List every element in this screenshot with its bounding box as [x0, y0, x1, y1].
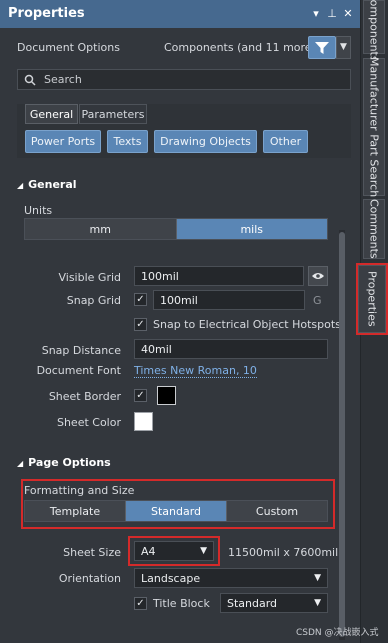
- snap-grid-input[interactable]: 100mil: [153, 290, 305, 310]
- sheet-border-checkbox[interactable]: ✓: [134, 389, 147, 402]
- document-options-label: Document Options: [17, 41, 120, 54]
- tab-general[interactable]: General: [25, 104, 78, 124]
- tab-comments[interactable]: Comments: [363, 199, 385, 259]
- collapse-icon: ◢: [17, 181, 24, 190]
- filter-dropdown-button[interactable]: ▼: [336, 36, 351, 59]
- sheet-dimensions: 11500mil x 7600mil: [228, 546, 339, 559]
- visible-grid-label: Visible Grid: [58, 271, 121, 284]
- document-font-link[interactable]: Times New Roman, 10: [134, 364, 257, 378]
- orientation-dropdown[interactable]: Landscape ▼: [134, 568, 328, 588]
- sheet-size-label: Sheet Size: [63, 546, 121, 559]
- sheet-color-swatch[interactable]: [134, 412, 153, 431]
- general-section-header[interactable]: ◢ General: [17, 178, 77, 191]
- sheet-size-dropdown[interactable]: A4 ▼: [134, 541, 214, 561]
- power-ports-filter-button[interactable]: Power Ports: [25, 130, 101, 153]
- search-icon: [24, 74, 36, 86]
- search-placeholder: Search: [44, 73, 82, 86]
- formatting-toggle: Template Standard Custom: [24, 500, 328, 522]
- search-input[interactable]: Search: [17, 69, 351, 90]
- tab-manufacturer-part-search[interactable]: Manufacturer Part Search: [363, 57, 385, 197]
- filter-icon: [315, 41, 329, 54]
- snap-hotspots-checkbox[interactable]: ✓: [134, 318, 147, 331]
- collapse-icon: ◢: [17, 459, 24, 468]
- snap-hotspots-label: Snap to Electrical Object Hotspots: [153, 318, 341, 331]
- pin-icon[interactable]: ⊥: [326, 7, 338, 21]
- watermark-text: CSDN @决战嵌入式: [296, 628, 379, 638]
- eye-icon: [312, 273, 324, 279]
- snap-grid-checkbox[interactable]: ✓: [134, 293, 147, 306]
- title-block-dropdown[interactable]: Standard ▼: [220, 593, 328, 613]
- snap-grid-label: Snap Grid: [66, 294, 121, 307]
- other-filter-button[interactable]: Other: [263, 130, 308, 153]
- snap-distance-label: Snap Distance: [41, 344, 121, 357]
- panel-title: Properties: [8, 6, 85, 21]
- title-block-label: Title Block: [153, 597, 210, 610]
- units-label: Units: [24, 204, 53, 217]
- visible-grid-toggle[interactable]: [308, 266, 328, 286]
- sheet-color-label: Sheet Color: [56, 416, 121, 429]
- visible-grid-input[interactable]: 100mil: [134, 266, 304, 286]
- texts-filter-button[interactable]: Texts: [107, 130, 148, 153]
- title-block-checkbox[interactable]: ✓: [134, 597, 147, 610]
- page-options-section-header[interactable]: ◢ Page Options: [17, 456, 111, 469]
- units-mils-option[interactable]: mils: [176, 219, 327, 239]
- filter-summary: Components (and 11 more): [164, 41, 316, 54]
- formatting-size-label: Formatting and Size: [24, 484, 135, 497]
- drawing-objects-filter-button[interactable]: Drawing Objects: [154, 130, 257, 153]
- sheet-border-label: Sheet Border: [48, 390, 121, 403]
- filter-button[interactable]: [308, 36, 336, 59]
- snap-distance-input[interactable]: 40mil: [134, 339, 328, 359]
- format-custom-option[interactable]: Custom: [227, 501, 327, 521]
- snap-grid-shortcut: G: [313, 294, 322, 307]
- units-toggle: mm mils: [24, 218, 328, 240]
- document-font-label: Document Font: [36, 364, 121, 377]
- chevron-down-icon: ▼: [200, 546, 207, 556]
- dropdown-icon[interactable]: ▾: [310, 7, 322, 21]
- orientation-label: Orientation: [58, 572, 121, 585]
- close-icon[interactable]: ✕: [342, 7, 354, 21]
- sheet-border-color-swatch[interactable]: [157, 386, 176, 405]
- tab-properties[interactable]: Properties: [356, 263, 388, 335]
- format-template-option[interactable]: Template: [25, 501, 126, 521]
- tab-parameters[interactable]: Parameters: [79, 104, 147, 124]
- chevron-down-icon: ▼: [314, 573, 321, 583]
- format-standard-option[interactable]: Standard: [126, 501, 227, 521]
- units-mm-option[interactable]: mm: [25, 219, 177, 239]
- tab-components[interactable]: Components: [363, 0, 385, 62]
- scrollbar-thumb[interactable]: [339, 232, 345, 637]
- chevron-down-icon: ▼: [314, 598, 321, 608]
